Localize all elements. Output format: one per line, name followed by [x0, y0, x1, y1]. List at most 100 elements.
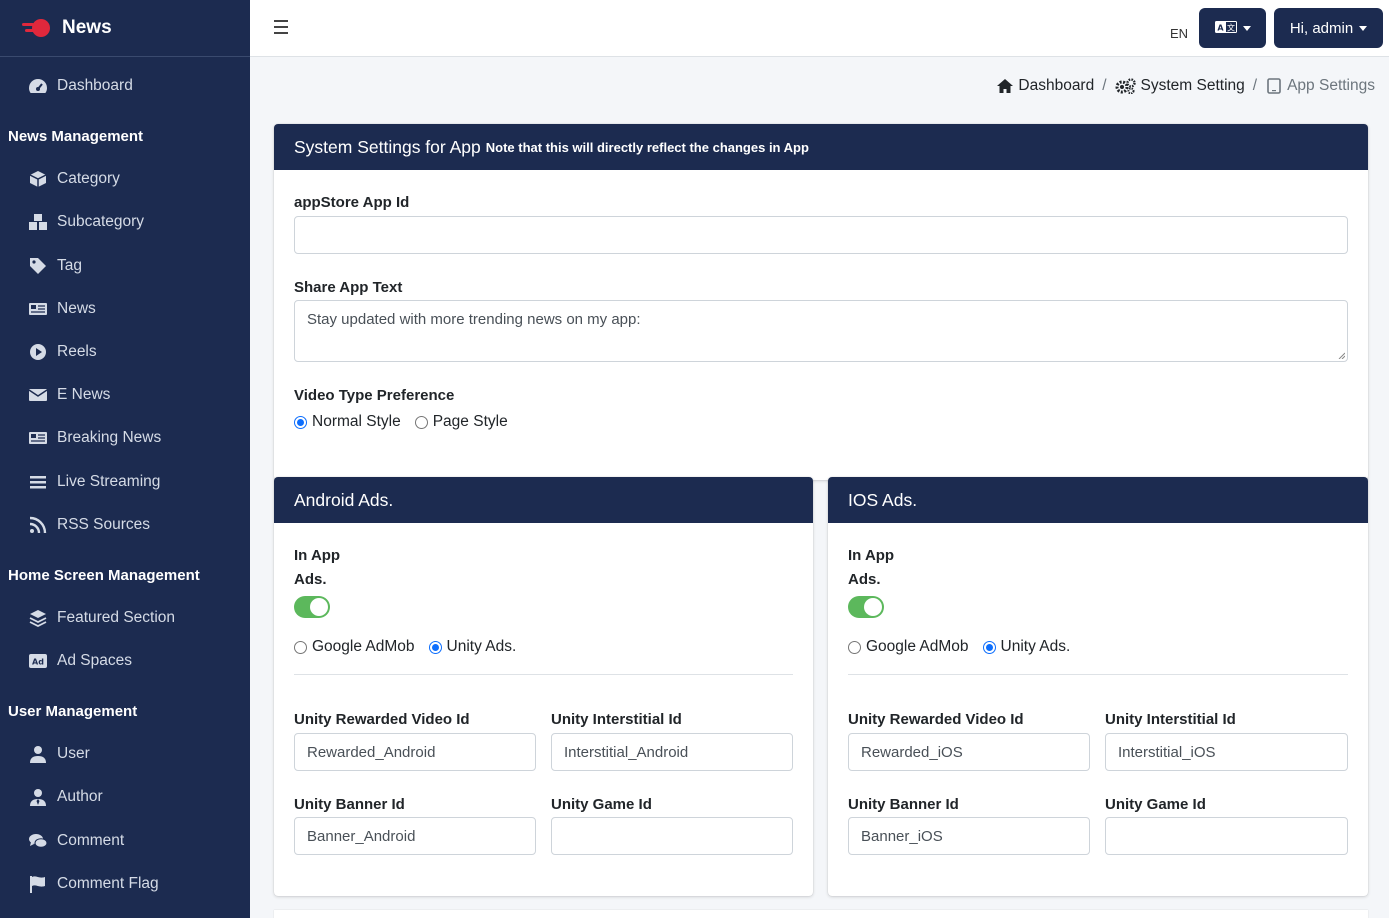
- radio-google-admob[interactable]: [848, 640, 861, 654]
- divider: [294, 674, 793, 675]
- sidebar-item-label: Subcategory: [57, 213, 145, 230]
- breadcrumb-separator: /: [1102, 77, 1107, 94]
- radio-unity-ads[interactable]: [982, 640, 996, 654]
- flag-icon: [28, 875, 48, 893]
- sidebar-item-author[interactable]: Author: [28, 785, 103, 809]
- user-menu-button[interactable]: Hi, admin: [1274, 8, 1383, 48]
- appstore-id-input[interactable]: [294, 216, 1348, 254]
- play-circle-icon: [28, 343, 48, 361]
- sidebar: News Dashboard News Management Category …: [0, 0, 250, 918]
- rewarded-video-input[interactable]: Rewarded_Android: [294, 733, 536, 771]
- sidebar-item-reels[interactable]: Reels: [28, 340, 97, 364]
- sidebar-item-featured-section[interactable]: Featured Section: [28, 606, 175, 630]
- sidebar-item-ad-spaces[interactable]: Ad Ad Spaces: [28, 649, 132, 673]
- sidebar-item-label: E News: [57, 386, 111, 403]
- sidebar-item-tag[interactable]: Tag: [28, 254, 82, 278]
- sidebar-item-label: Live Streaming: [57, 473, 161, 490]
- interstitial-label: Unity Interstitial Id: [1105, 711, 1236, 728]
- in-app-ads-label: Ads.: [848, 571, 881, 588]
- language-code: EN: [1170, 26, 1189, 41]
- banner-input[interactable]: Banner_Android: [294, 817, 536, 855]
- resize-grip-icon[interactable]: [1337, 351, 1345, 359]
- game-id-label: Unity Game Id: [551, 796, 652, 813]
- sidebar-item-live-streaming[interactable]: Live Streaming: [28, 470, 160, 494]
- share-text-textarea[interactable]: Stay updated with more trending news on …: [294, 300, 1348, 362]
- sidebar-item-label: Breaking News: [57, 429, 162, 446]
- card-header: Android Ads.: [274, 477, 813, 523]
- in-app-ads-toggle[interactable]: [848, 596, 884, 618]
- radio-label: Normal Style: [312, 413, 401, 430]
- banner-input[interactable]: Banner_iOS: [848, 817, 1090, 855]
- sidebar-item-label: User: [57, 745, 90, 762]
- card-header: System Settings for App Note that this w…: [274, 124, 1368, 170]
- section-header-home-screen: Home Screen Management: [8, 567, 200, 584]
- sidebar-item-label: Reels: [57, 343, 97, 360]
- radio-label: Unity Ads.: [446, 638, 517, 655]
- ad-icon: Ad: [28, 652, 48, 670]
- layer-group-icon: [28, 609, 48, 627]
- sidebar-item-breaking-news[interactable]: Breaking News: [28, 426, 161, 450]
- radio-label: Unity Ads.: [1000, 638, 1071, 655]
- radio-unity-ads[interactable]: [428, 640, 442, 654]
- video-preference-label: Video Type Preference: [294, 387, 455, 404]
- news-logo-icon: [22, 17, 56, 39]
- list-icon: [28, 473, 48, 491]
- sidebar-item-enews[interactable]: E News: [28, 383, 110, 407]
- breadcrumb-app-settings: App Settings: [1287, 77, 1375, 94]
- brand[interactable]: News: [0, 0, 250, 57]
- sidebar-item-comment[interactable]: Comment: [28, 829, 124, 853]
- sidebar-item-dashboard[interactable]: Dashboard: [28, 74, 133, 98]
- home-icon: [996, 78, 1014, 94]
- android-ads-card: Android Ads. In App Ads. Google AdMob Un…: [274, 477, 813, 896]
- sidebar-item-news[interactable]: News: [28, 297, 96, 321]
- user-tie-icon: [28, 788, 48, 806]
- in-app-ads-label: In App: [294, 547, 341, 564]
- in-app-ads-label: In App: [848, 547, 895, 564]
- interstitial-input[interactable]: Interstitial_Android: [551, 733, 793, 771]
- menu-toggle-icon[interactable]: [274, 20, 288, 34]
- sidebar-item-label: Comment Flag: [57, 875, 159, 892]
- system-settings-card: System Settings for App Note that this w…: [274, 124, 1368, 480]
- sidebar-item-label: News: [57, 300, 96, 317]
- ads-provider-group: Google AdMob Unity Ads.: [294, 638, 530, 656]
- sidebar-item-category[interactable]: Category: [28, 167, 120, 191]
- sidebar-item-comment-flag[interactable]: Comment Flag: [28, 872, 159, 896]
- svg-text:A: A: [1217, 23, 1224, 32]
- game-id-input[interactable]: [551, 817, 793, 855]
- banner-label: Unity Banner Id: [848, 796, 959, 813]
- card-header: IOS Ads.: [828, 477, 1368, 523]
- breadcrumb-separator: /: [1252, 77, 1258, 94]
- tachometer-icon: [28, 77, 48, 95]
- sidebar-item-subcategory[interactable]: Subcategory: [28, 210, 144, 234]
- sidebar-item-label: Category: [57, 170, 120, 187]
- rss-icon: [28, 516, 48, 534]
- sidebar-item-label: Dashboard: [57, 77, 133, 94]
- sidebar-item-label: Featured Section: [57, 609, 176, 626]
- radio-page-style[interactable]: [414, 415, 428, 429]
- top-navbar: EN A文 Hi, admin: [250, 0, 1389, 57]
- card-title: Android Ads.: [294, 489, 394, 510]
- comments-icon: [28, 832, 48, 850]
- user-greeting: Hi, admin: [1289, 19, 1354, 37]
- share-text-value: Stay updated with more trending news on …: [307, 311, 641, 328]
- in-app-ads-toggle[interactable]: [294, 596, 330, 618]
- cubes-icon: [28, 213, 48, 231]
- sidebar-item-user[interactable]: User: [28, 742, 90, 766]
- breadcrumb: Dashboard / System Setting / App Setting…: [996, 77, 1375, 95]
- language-dropdown-button[interactable]: A文: [1199, 8, 1266, 48]
- sidebar-item-label: Author: [57, 788, 103, 805]
- breadcrumb-dashboard[interactable]: Dashboard: [1018, 77, 1094, 95]
- sidebar-item-rss-sources[interactable]: RSS Sources: [28, 513, 150, 537]
- language-icon: A文: [1214, 20, 1237, 37]
- sidebar-item-label: Comment: [57, 832, 125, 849]
- breadcrumb-system-setting[interactable]: System Setting: [1141, 77, 1245, 95]
- rewarded-video-input[interactable]: Rewarded_iOS: [848, 733, 1090, 771]
- chevron-down-icon: [1359, 25, 1368, 31]
- radio-normal-style[interactable]: [294, 415, 307, 429]
- game-id-label: Unity Game Id: [1105, 796, 1206, 813]
- game-id-input[interactable]: [1105, 817, 1348, 855]
- interstitial-input[interactable]: Interstitial_iOS: [1105, 733, 1348, 771]
- ios-ads-card: IOS Ads. In App Ads. Google AdMob Unity …: [828, 477, 1368, 896]
- radio-google-admob[interactable]: [294, 640, 307, 654]
- card-title: IOS Ads.: [848, 489, 918, 510]
